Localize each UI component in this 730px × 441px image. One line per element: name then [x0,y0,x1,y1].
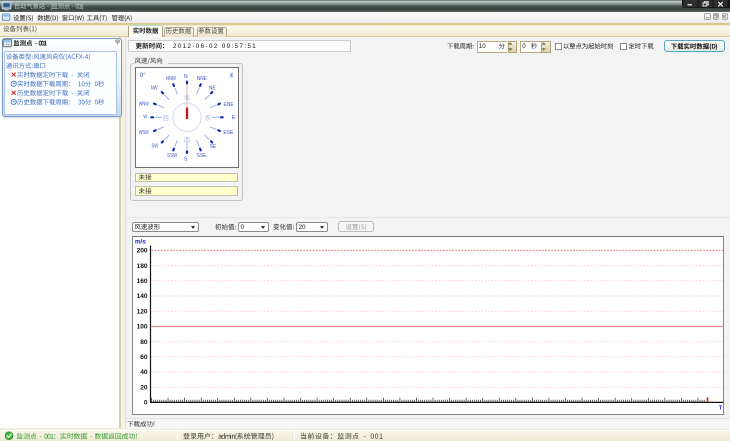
svg-text:2012-06-02 09:57:51: 2012-06-02 09:57:51 [173,43,257,50]
svg-text:20: 20 [299,224,307,231]
svg-text:60: 60 [140,354,148,361]
svg-text:180: 180 [137,263,148,270]
svg-text:NNE: NNE [197,76,207,82]
svg-text:SSE: SSE [196,153,206,159]
svg-text:40: 40 [140,369,148,376]
svg-text:200: 200 [137,248,148,255]
svg-text:120: 120 [137,308,148,315]
svg-text:SW: SW [151,143,158,149]
svg-text:0: 0 [144,400,148,407]
svg-text:NW: NW [151,85,158,91]
svg-text:T: T [719,405,723,411]
svg-text:S: S [184,157,188,163]
svg-text:SSW: SSW [167,153,178,159]
svg-text:160: 160 [137,278,148,285]
svg-text:80: 80 [140,339,148,346]
svg-text:20: 20 [140,384,148,391]
svg-text:NE: NE [209,85,216,91]
svg-text:0: 0 [241,224,245,231]
svg-text:100: 100 [137,324,148,331]
svg-text:0°: 0° [140,72,146,79]
svg-text:WNW: WNW [139,101,150,107]
svg-text:N: N [184,74,188,80]
svg-text:m/s: m/s [135,239,146,246]
svg-text:NNW: NNW [166,76,177,82]
svg-text:ENE: ENE [224,102,234,108]
svg-text:E: E [232,115,236,121]
svg-text:WSW: WSW [139,130,150,136]
svg-text:0: 0 [522,43,526,50]
svg-text:SE: SE [209,144,216,150]
svg-text:ESE: ESE [223,130,233,136]
svg-text:10: 10 [479,43,486,50]
svg-text:140: 140 [137,293,148,300]
svg-text:W: W [143,115,147,121]
